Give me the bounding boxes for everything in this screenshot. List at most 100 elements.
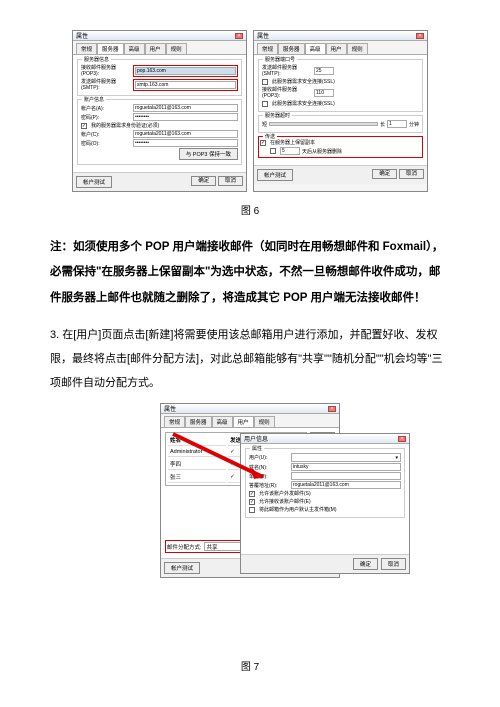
cancel-button[interactable]: 取消 (218, 176, 243, 186)
test-button[interactable]: 帐户测试 (257, 169, 293, 181)
tab-rules[interactable]: 规则 (166, 43, 187, 54)
figure-7-caption: 图 7 (50, 658, 450, 673)
smtp-port-input[interactable]: 25 (314, 67, 334, 75)
tab-advanced[interactable]: 高级 (212, 416, 233, 427)
tab-user[interactable]: 用户 (326, 43, 347, 54)
short-label: 短 (262, 121, 267, 128)
chevron-down-icon: ▾ (395, 455, 398, 461)
note-text: 注：如须使用多个 POP 用户端接收邮件（如同时在用畅想邮件和 Foxmail）… (50, 235, 450, 311)
figure-7: 属性 × 常规 服务器 高级 用户 规则 姓名发送接收删除 Administra… (50, 403, 450, 578)
titlebar: 属性 × (161, 404, 339, 414)
days-checkbox[interactable] (270, 148, 276, 154)
ssl-pop-checkbox[interactable] (262, 101, 268, 107)
button-row: 帐户测试 确定 取消 (73, 172, 246, 191)
group-title: 账户信息 (82, 96, 106, 103)
password2-label: 密码(O): (81, 140, 131, 147)
perm-recv-label: 允许接收该账户邮件(E) (259, 498, 311, 505)
days-input[interactable]: 5 (280, 147, 300, 155)
test-button[interactable]: 帐户测试 (76, 176, 112, 188)
tab-server[interactable]: 服务器 (278, 43, 305, 54)
ssl-smtp-checkbox[interactable] (262, 79, 268, 85)
reply-input[interactable]: roguetala2011@163.com (291, 481, 401, 489)
group-account: 账户信息 帐户名(A):roguetala2011@163.com 密码(P):… (77, 99, 242, 165)
tab-user[interactable]: 用户 (233, 416, 254, 427)
tabs: 常规 服务器 高级 用户 规则 (73, 41, 246, 55)
tab-rules[interactable]: 规则 (254, 416, 275, 427)
account-label: 帐户名(A): (81, 105, 131, 112)
pop3-label: 接收邮件服务器(POP3): (81, 64, 131, 77)
password-label: 密码(P): (81, 114, 131, 121)
minutes-label: 分钟 (409, 121, 419, 128)
dialog-title: 属性 (257, 31, 269, 40)
dialog-properties-server: 属性 × 常规 服务器 高级 用户 规则 服务器信息 接收邮件服务器(POP3)… (72, 30, 247, 192)
tab-general[interactable]: 常规 (164, 416, 185, 427)
same-as-pop3-button[interactable]: 与 POP3 保持一致 (179, 148, 238, 160)
cancel-button[interactable]: 取消 (381, 558, 406, 570)
group-title: 服务器超时 (263, 112, 292, 119)
pop3-input[interactable]: pop.163.com (135, 67, 236, 75)
paragraph-3: 3. 在[用户]页面点击[新建]将需要使用该总邮箱用户进行添加，并配置好收、发权… (50, 323, 450, 396)
group-title: 传送 (263, 133, 277, 140)
perm-main-label: 将此邮箱作为用户默认主发件箱(M) (259, 506, 337, 513)
timeout-slider[interactable] (269, 122, 378, 126)
pop-port-input[interactable]: 110 (314, 89, 334, 97)
close-icon[interactable]: × (328, 406, 336, 412)
password-input[interactable]: •••••••• (133, 113, 238, 121)
tabs: 常规 服务器 高级 用户 规则 (161, 414, 339, 428)
cancel-button[interactable]: 取消 (399, 169, 424, 179)
ok-button[interactable]: 确定 (191, 176, 216, 186)
tab-advanced[interactable]: 高级 (305, 43, 326, 54)
close-icon[interactable]: × (235, 33, 243, 39)
tab-server[interactable]: 服务器 (97, 43, 124, 54)
keep-copy-label: 在服务器上保留副本 (270, 139, 315, 146)
auth-label: 我的服务器需求身份验证(必须) (91, 122, 159, 129)
figure-6: 属性 × 常规 服务器 高级 用户 规则 服务器信息 接收邮件服务器(POP3)… (50, 30, 450, 192)
smtp-input[interactable]: smtp.163.com (135, 81, 236, 89)
days-label: 天后从服务器删除 (302, 148, 342, 155)
tab-advanced[interactable]: 高级 (124, 43, 145, 54)
titlebar: 属性 × (73, 31, 246, 41)
minutes-input[interactable]: 1 (387, 120, 407, 128)
group-timeout: 服务器超时 短 长 1 分钟 (258, 115, 423, 133)
long-label: 长 (380, 121, 385, 128)
tab-general[interactable]: 常规 (76, 43, 97, 54)
smtp-label: 发送邮件服务器(SMTP): (81, 78, 131, 91)
org-input[interactable] (291, 472, 401, 480)
dist-label: 邮件分配方式: (167, 543, 202, 551)
button-row: 帐户测试 确定 取消 (254, 165, 427, 184)
smtp-port-label: 发送邮件服务器(SMTP): (262, 64, 312, 77)
tab-server[interactable]: 服务器 (185, 416, 212, 427)
ssl-pop-label: 此服务器需求安全连接(SSL) (272, 100, 335, 107)
account2-label: 帐户(C): (81, 131, 131, 138)
dialog-title: 属性 (76, 31, 88, 40)
ssl-smtp-label: 此服务器需求安全连接(SSL) (272, 78, 335, 85)
auth-checkbox[interactable] (81, 123, 87, 129)
perm-main-checkbox[interactable] (249, 507, 255, 513)
tabs: 常规 服务器 高级 用户 规则 (254, 41, 427, 55)
dialog-properties-advanced: 属性 × 常规 服务器 高级 用户 规则 服务器端口号 发送邮件服务器(SMTP… (253, 30, 428, 192)
titlebar: 属性 × (254, 31, 427, 41)
button-row: 确定 取消 (241, 554, 409, 573)
name-input[interactable]: intusky (291, 463, 401, 471)
ok-button[interactable]: 确定 (353, 558, 378, 570)
password2-input[interactable]: •••••••• (133, 139, 238, 147)
group-delivery: 传送 在服务器上保留副本 5天后从服务器删除 (258, 136, 423, 158)
close-icon[interactable]: × (416, 33, 424, 39)
account2-input[interactable]: roguetala2011@163.com (133, 130, 238, 138)
ok-button[interactable]: 确定 (372, 169, 397, 179)
user-select[interactable]: ▾ (291, 453, 401, 462)
test-button[interactable]: 帐户测试 (164, 562, 200, 574)
tab-user[interactable]: 用户 (145, 43, 166, 54)
red-arrow (168, 429, 288, 492)
group-title: 服务器信息 (82, 56, 111, 63)
account-input[interactable]: roguetala2011@163.com (133, 104, 238, 112)
figure-6-caption: 图 6 (50, 202, 450, 217)
close-icon[interactable]: × (398, 436, 406, 442)
dialog-title: 属性 (164, 404, 176, 413)
keep-copy-checkbox[interactable] (260, 140, 266, 146)
perm-recv-checkbox[interactable] (249, 499, 255, 505)
dialog-body: 服务器端口号 发送邮件服务器(SMTP):25 此服务器需求安全连接(SSL) … (254, 55, 427, 165)
tab-rules[interactable]: 规则 (347, 43, 368, 54)
group-title: 服务器端口号 (263, 56, 297, 63)
tab-general[interactable]: 常规 (257, 43, 278, 54)
